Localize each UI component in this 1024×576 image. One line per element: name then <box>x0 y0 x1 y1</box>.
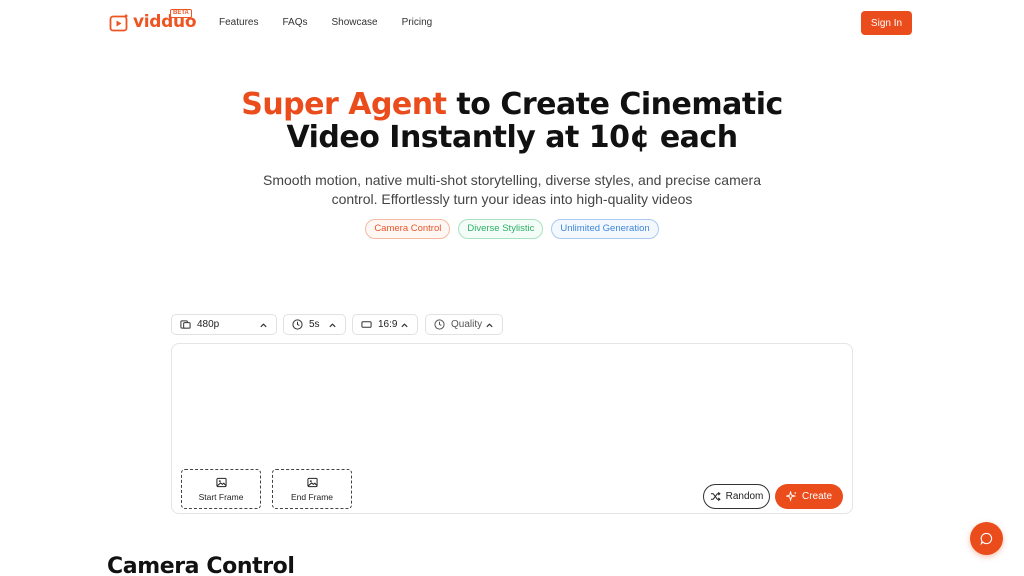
duration-value: 5s <box>309 319 320 330</box>
quality-icon <box>434 319 445 330</box>
hero-subtitle: Smooth motion, native multi-shot storyte… <box>263 172 761 207</box>
logo[interactable]: vidduo BETA <box>109 9 197 34</box>
nav-link-pricing[interactable]: Pricing <box>402 16 433 30</box>
create-button[interactable]: Create <box>775 484 843 509</box>
resolution-icon <box>180 320 191 329</box>
sign-in-button[interactable]: Sign In <box>861 11 912 35</box>
image-icon <box>215 477 227 487</box>
aspect-ratio-icon <box>361 321 372 328</box>
section-title-camera-control: Camera Control <box>107 554 295 576</box>
hero-title-accent: Super Agent <box>241 87 447 122</box>
nav-link-faqs[interactable]: FAQs <box>282 16 307 30</box>
feature-tags: Camera Control Diverse Stylistic Unlimit… <box>0 219 1024 239</box>
sparkle-icon <box>785 491 797 502</box>
nav-link-features[interactable]: Features <box>219 16 258 30</box>
hero-title: Super Agent to Create Cinematic Video In… <box>0 88 1024 154</box>
aspect-ratio-value: 16:9 <box>378 319 398 330</box>
aspect-ratio-select[interactable]: 16:9 <box>352 314 418 335</box>
main-nav: Features FAQs Showcase Pricing <box>219 16 456 30</box>
end-frame-upload[interactable]: End Frame <box>272 469 352 509</box>
tag-diverse-stylistic: Diverse Stylistic <box>458 219 544 239</box>
chevron-up-icon <box>329 323 336 328</box>
tag-unlimited-generation: Unlimited Generation <box>551 219 659 239</box>
image-icon <box>306 477 318 487</box>
beta-badge: BETA <box>170 9 192 18</box>
start-frame-label: Start Frame <box>198 491 244 502</box>
chevron-up-icon <box>401 323 408 328</box>
shuffle-icon <box>710 491 721 502</box>
tag-camera-control: Camera Control <box>365 219 451 239</box>
start-frame-upload[interactable]: Start Frame <box>181 469 261 509</box>
site-header: vidduo BETA Features FAQs Showcase Prici… <box>0 0 1024 46</box>
chat-support-button[interactable] <box>970 522 1003 555</box>
chat-icon <box>980 532 993 545</box>
chevron-up-icon <box>260 323 267 328</box>
duration-select[interactable]: 5s <box>283 314 346 335</box>
resolution-value: 480p <box>197 319 220 330</box>
quality-value: Quality <box>451 319 483 330</box>
end-frame-label: End Frame <box>290 491 334 502</box>
resolution-select[interactable]: 480p <box>171 314 277 335</box>
prompt-input-area[interactable]: Start Frame End Frame Random Create <box>171 343 853 514</box>
hero-title-line1: to Create Cinematic <box>446 87 783 122</box>
create-label: Create <box>801 491 832 502</box>
video-play-icon <box>109 13 129 32</box>
clock-icon <box>292 319 303 330</box>
random-label: Random <box>725 491 764 502</box>
chevron-up-icon <box>486 323 493 328</box>
random-button[interactable]: Random <box>703 484 770 509</box>
hero-title-line2: Video Instantly at 10¢ each <box>286 120 738 155</box>
quality-select[interactable]: Quality <box>425 314 503 335</box>
nav-link-showcase[interactable]: Showcase <box>331 16 377 30</box>
